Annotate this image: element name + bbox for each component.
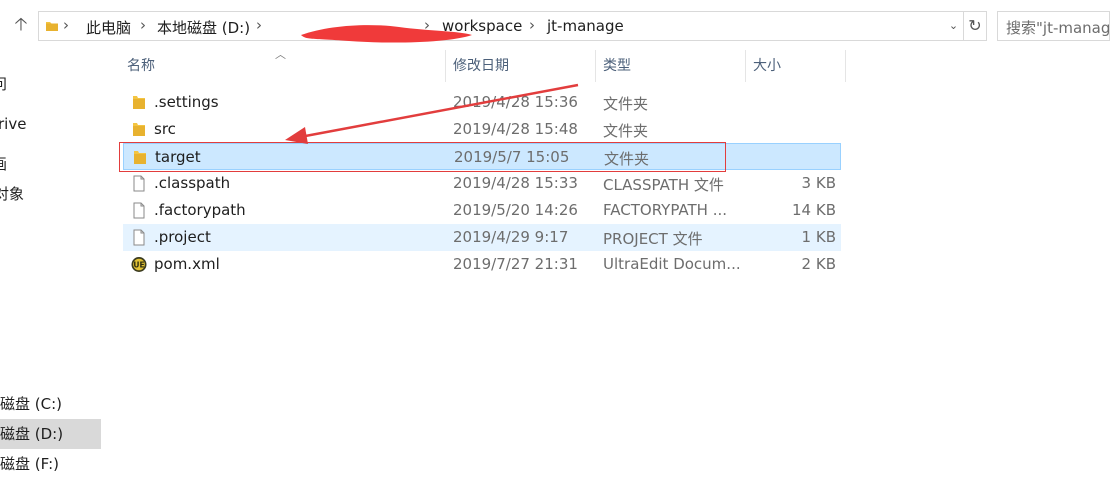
column-header-size[interactable]: 大小 — [753, 50, 781, 82]
nav-item-3d-objects[interactable]: 对象 — [0, 179, 101, 209]
folder-icon — [133, 96, 145, 109]
chevron-right-icon[interactable]: › — [424, 16, 430, 34]
chevron-right-icon[interactable]: › — [63, 16, 69, 34]
list-item[interactable]: .classpath 2019/4/28 15:33 CLASSPATH 文件 … — [123, 170, 841, 197]
sort-caret-icon: ︿ — [275, 48, 286, 61]
file-date: 2019/7/27 21:31 — [453, 255, 578, 273]
file-date: 2019/4/28 15:48 — [453, 120, 578, 138]
breadcrumb-workspace[interactable]: workspace — [442, 17, 522, 35]
svg-text:UE: UE — [133, 261, 144, 270]
file-type: 文件夹 — [603, 95, 649, 113]
file-size: 3 KB — [801, 174, 836, 192]
breadcrumb-jt-manage[interactable]: jt-manage — [547, 17, 624, 35]
file-date: 2019/4/28 15:36 — [453, 93, 578, 111]
file-type: CLASSPATH 文件 — [603, 176, 724, 194]
file-name: .project — [154, 228, 211, 246]
column-divider[interactable] — [845, 50, 846, 82]
file-icon — [133, 175, 145, 192]
nav-item-onedrive[interactable]: rive — [0, 109, 101, 139]
file-type: PROJECT 文件 — [603, 230, 703, 248]
file-name: .settings — [154, 93, 219, 111]
nav-item-drive-c[interactable]: 磁盘 (C:) — [0, 389, 101, 419]
column-divider[interactable] — [745, 50, 746, 82]
search-placeholder: 搜索"jt-manage" — [1006, 19, 1110, 37]
search-input[interactable]: 搜索"jt-manage" — [997, 11, 1110, 41]
file-icon — [133, 229, 145, 246]
file-type: 文件夹 — [603, 122, 649, 140]
navigation-pane: 问 rive 画 对象 磁盘 (C:) 磁盘 (D:) 磁盘 (F:) — [0, 50, 101, 504]
file-type: UltraEdit Docum... — [603, 255, 741, 273]
folder-icon — [133, 123, 145, 136]
ultraedit-icon: UE — [131, 257, 147, 272]
file-icon — [133, 202, 145, 219]
file-size: 14 KB — [792, 201, 836, 219]
chevron-down-icon[interactable]: ⌄ — [944, 11, 964, 41]
file-type: FACTORYPATH ... — [603, 201, 728, 219]
nav-item-pictures[interactable]: 画 — [0, 149, 101, 179]
chevron-right-icon[interactable]: › — [529, 16, 535, 34]
file-name: .factorypath — [154, 201, 246, 219]
nav-item-quick-access[interactable]: 问 — [0, 69, 101, 99]
address-toolbar: 🡡 › 此电脑 › 本地磁盘 (D:) › › workspace › jt-m… — [0, 0, 1110, 50]
file-date: 2019/4/29 9:17 — [453, 228, 569, 246]
column-header-type[interactable]: 类型 — [603, 50, 631, 82]
column-header-name[interactable]: 名称 — [127, 50, 155, 82]
breadcrumb-drive-d[interactable]: 本地磁盘 (D:) — [157, 17, 250, 38]
file-date: 2019/4/28 15:33 — [453, 174, 578, 192]
address-bar[interactable]: › 此电脑 › 本地磁盘 (D:) › › workspace › jt-man… — [38, 11, 987, 43]
list-item[interactable]: src 2019/4/28 15:48 文件夹 — [123, 116, 841, 143]
column-divider[interactable] — [445, 50, 446, 82]
up-arrow-icon[interactable]: 🡡 — [10, 14, 32, 36]
refresh-icon[interactable]: ↻ — [964, 11, 987, 41]
list-item[interactable]: .settings 2019/4/28 15:36 文件夹 — [123, 89, 841, 116]
file-name: pom.xml — [154, 255, 220, 273]
list-item[interactable]: .factorypath 2019/5/20 14:26 FACTORYPATH… — [123, 197, 841, 224]
chevron-right-icon[interactable]: › — [140, 16, 146, 34]
column-header-date[interactable]: 修改日期 — [453, 50, 509, 82]
file-name: src — [154, 120, 176, 138]
nav-item-drive-f[interactable]: 磁盘 (F:) — [0, 449, 101, 479]
breadcrumb-this-pc[interactable]: 此电脑 — [86, 17, 131, 38]
file-size: 1 KB — [801, 228, 836, 246]
file-size: 2 KB — [801, 255, 836, 273]
nav-item-drive-d[interactable]: 磁盘 (D:) — [0, 419, 101, 449]
annotation-highlight-box — [119, 142, 726, 172]
column-divider[interactable] — [595, 50, 596, 82]
chevron-right-icon[interactable]: › — [256, 16, 262, 34]
file-name: .classpath — [154, 174, 231, 192]
list-item-hover[interactable]: .project 2019/4/29 9:17 PROJECT 文件 1 KB — [123, 224, 841, 251]
folder-icon — [46, 22, 58, 31]
file-date: 2019/5/20 14:26 — [453, 201, 578, 219]
list-item[interactable]: UE pom.xml 2019/7/27 21:31 UltraEdit Doc… — [123, 251, 841, 278]
